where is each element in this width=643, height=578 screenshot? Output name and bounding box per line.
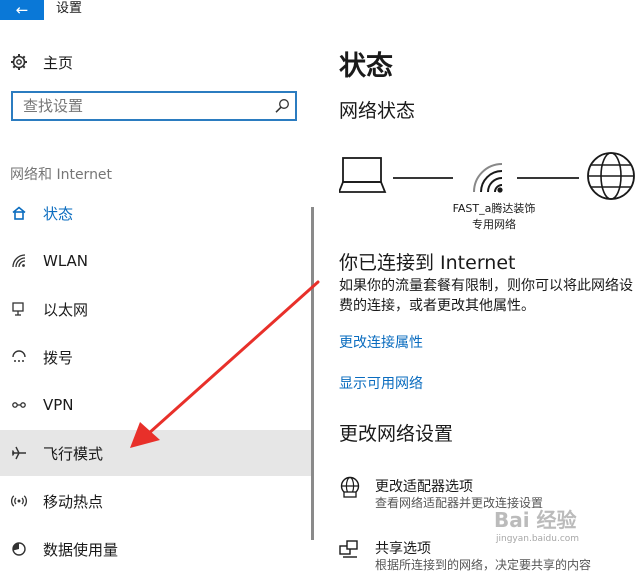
- sidebar-item-ethernet[interactable]: 以太网: [0, 286, 314, 332]
- watermark-url: jingyan.baidu.com: [496, 534, 580, 544]
- page-title: 状态: [339, 51, 393, 82]
- sidebar-item-vpn[interactable]: VPN: [0, 382, 314, 428]
- sidebar-scrollbar[interactable]: [311, 207, 314, 540]
- network-diagram: FAST_a腾达装饰 专用网络: [339, 148, 643, 238]
- show-available-networks-link[interactable]: 显示可用网络: [339, 373, 423, 393]
- sharing-icon: [339, 538, 361, 560]
- change-network-settings-heading: 更改网络设置: [339, 423, 454, 445]
- sidebar-item-hotspot[interactable]: 移动热点: [0, 478, 314, 524]
- connected-heading: 你已连接到 Internet: [339, 252, 516, 274]
- sidebar-item-dialup[interactable]: 拨号: [0, 334, 314, 380]
- connected-desc-line2: 费的连接，或者更改其他属性。: [339, 298, 535, 314]
- search-input[interactable]: [13, 93, 268, 119]
- connected-description: 如果你的流量套餐有限制，则你可以将此网络设 费的连接，或者更改其他属性。: [339, 276, 643, 316]
- watermark-logo: Bai 经验: [494, 508, 577, 532]
- search-box[interactable]: [11, 91, 297, 121]
- section-title: 网络和 Internet: [10, 167, 113, 183]
- adapter-globe-icon: [339, 476, 361, 498]
- home-label: 主页: [43, 53, 74, 72]
- watermark: Bai 经验 jingyan.baidu.com: [494, 504, 643, 562]
- sidebar-item-label: 拨号: [43, 348, 74, 367]
- globe-icon: [587, 152, 635, 200]
- vpn-icon: [10, 396, 28, 414]
- gear-icon: [10, 53, 28, 71]
- laptop-icon: [339, 157, 387, 193]
- main-content: 状态 网络状态 FAST_a腾达装饰 专用网络 你已连接到 Internet 如…: [339, 0, 643, 572]
- network-name: FAST_a腾达装饰 专用网络: [429, 201, 559, 233]
- sidebar-item-label: 状态: [43, 204, 74, 223]
- sharing-options-title: 共享选项: [375, 541, 431, 557]
- hotspot-icon: [10, 492, 28, 510]
- home-status-icon: [10, 204, 28, 222]
- sidebar-item-label: 移动热点: [43, 492, 104, 511]
- sidebar-item-wlan[interactable]: WLAN: [0, 238, 314, 284]
- adapter-options-title: 更改适配器选项: [375, 479, 473, 495]
- search-icon[interactable]: [274, 98, 290, 118]
- sidebar: 主页 网络和 Internet 状态: [0, 0, 314, 562]
- ethernet-icon: [10, 300, 28, 318]
- sidebar-item-label: 数据使用量: [43, 540, 119, 559]
- network-status-heading: 网络状态: [339, 100, 416, 122]
- network-type: 专用网络: [472, 218, 516, 231]
- airplane-icon: [10, 444, 28, 462]
- wifi-signal-icon: [473, 163, 503, 193]
- sidebar-item-label: 飞行模式: [43, 444, 104, 463]
- sidebar-item-label: VPN: [43, 396, 74, 414]
- connected-desc-line1: 如果你的流量套餐有限制，则你可以将此网络设: [339, 278, 633, 294]
- sidebar-item-data-usage[interactable]: 数据使用量: [0, 526, 314, 572]
- wifi-icon: [10, 252, 28, 270]
- data-usage-icon: [10, 540, 28, 558]
- network-name-line1: FAST_a腾达装饰: [452, 202, 536, 215]
- sidebar-home[interactable]: 主页: [10, 50, 73, 74]
- sidebar-item-label: 以太网: [43, 300, 89, 319]
- dialup-icon: [10, 348, 28, 366]
- sidebar-item-airplane-mode[interactable]: 飞行模式: [0, 430, 314, 476]
- sidebar-item-label: WLAN: [43, 252, 89, 270]
- sidebar-item-status[interactable]: 状态: [0, 190, 314, 236]
- change-connection-properties-link[interactable]: 更改连接属性: [339, 332, 423, 352]
